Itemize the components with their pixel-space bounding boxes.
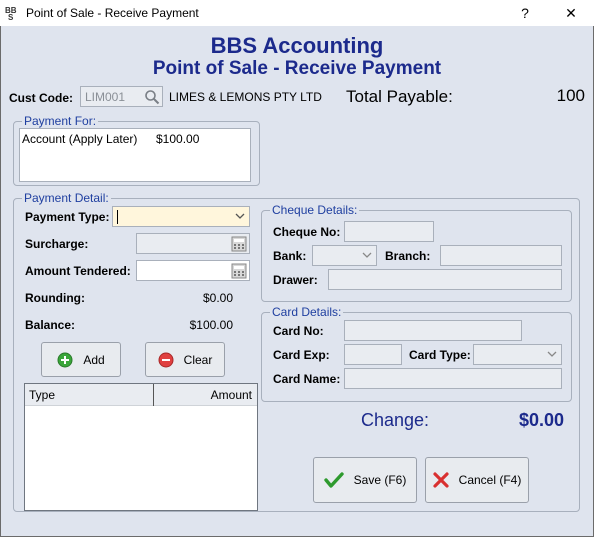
chevron-down-icon[interactable] bbox=[547, 349, 557, 359]
card-no-field[interactable] bbox=[344, 320, 522, 341]
amount-tendered-field[interactable] bbox=[136, 260, 250, 281]
column-header-type[interactable]: Type bbox=[29, 388, 55, 402]
dialog-body: BBS Accounting Point of Sale - Receive P… bbox=[0, 26, 594, 537]
add-icon bbox=[57, 352, 73, 367]
svg-text:S: S bbox=[8, 13, 14, 21]
rounding-value: $0.00 bbox=[202, 291, 233, 305]
drawer-label: Drawer: bbox=[273, 273, 318, 287]
list-item[interactable]: Account (Apply Later) $100.00 bbox=[22, 132, 248, 148]
chevron-down-icon[interactable] bbox=[235, 211, 245, 221]
cheque-no-field[interactable] bbox=[344, 221, 434, 242]
bank-label: Bank: bbox=[273, 249, 307, 263]
column-divider bbox=[153, 384, 154, 406]
cust-code-label: Cust Code: bbox=[9, 91, 73, 105]
close-button[interactable]: ✕ bbox=[548, 0, 594, 26]
cancel-x-icon bbox=[433, 472, 449, 488]
branch-field[interactable] bbox=[440, 245, 562, 266]
payment-detail-title: Payment Detail: bbox=[22, 191, 111, 205]
cheque-details-title: Cheque Details: bbox=[270, 203, 360, 217]
add-button-label: Add bbox=[83, 352, 105, 367]
search-icon[interactable] bbox=[144, 89, 160, 105]
save-button-label: Save (F6) bbox=[353, 473, 407, 487]
payment-for-amount: $100.00 bbox=[156, 132, 200, 146]
cust-code-field[interactable]: LIM001 bbox=[80, 86, 163, 107]
payment-type-select[interactable] bbox=[112, 206, 250, 227]
change-label: Change: bbox=[361, 410, 430, 430]
cancel-button[interactable]: Cancel (F4) bbox=[425, 457, 529, 503]
payment-for-list[interactable]: Account (Apply Later) $100.00 bbox=[19, 128, 251, 182]
payment-for-group: Payment For: Account (Apply Later) $100.… bbox=[13, 114, 260, 186]
checkmark-icon bbox=[323, 472, 344, 488]
balance-label: Balance: bbox=[25, 318, 76, 332]
card-type-label: Card Type: bbox=[409, 348, 471, 362]
grid-header: Type Amount bbox=[25, 384, 257, 406]
clear-button[interactable]: Clear bbox=[145, 342, 225, 377]
card-name-field[interactable] bbox=[344, 368, 562, 389]
help-button[interactable]: ? bbox=[502, 0, 548, 26]
calculator-icon[interactable] bbox=[231, 263, 247, 279]
payment-type-label: Payment Type: bbox=[25, 210, 110, 224]
cheque-no-label: Cheque No: bbox=[273, 225, 341, 239]
branch-label: Branch: bbox=[385, 249, 431, 263]
add-button[interactable]: Add bbox=[41, 342, 121, 377]
change-value: $0.00 bbox=[518, 410, 564, 430]
bank-select[interactable] bbox=[312, 245, 377, 266]
balance-value: $100.00 bbox=[189, 318, 233, 332]
text-caret bbox=[117, 210, 118, 224]
calculator-icon[interactable] bbox=[231, 236, 247, 252]
window-title: Point of Sale - Receive Payment bbox=[26, 6, 199, 20]
app-icon: BB S bbox=[5, 6, 17, 21]
total-payable-label: Total Payable: bbox=[346, 87, 453, 106]
company-title: BBS Accounting bbox=[210, 33, 384, 58]
rounding-label: Rounding: bbox=[25, 291, 85, 305]
payment-for-title: Payment For: bbox=[22, 114, 99, 128]
drawer-field[interactable] bbox=[328, 269, 562, 290]
total-payable-value: 100 bbox=[556, 86, 585, 105]
amount-tendered-label: Amount Tendered: bbox=[25, 264, 131, 278]
payment-grid[interactable]: Type Amount bbox=[24, 383, 258, 511]
cust-code-value: LIM001 bbox=[85, 90, 126, 104]
card-no-label: Card No: bbox=[273, 324, 324, 338]
card-exp-label: Card Exp: bbox=[273, 348, 330, 362]
title-bar: BB S Point of Sale - Receive Payment ? ✕ bbox=[0, 0, 594, 26]
card-exp-field[interactable] bbox=[344, 344, 402, 365]
payment-for-description: Account (Apply Later) bbox=[22, 132, 138, 146]
column-header-amount[interactable]: Amount bbox=[211, 388, 252, 402]
chevron-down-icon[interactable] bbox=[362, 250, 372, 260]
surcharge-label: Surcharge: bbox=[25, 237, 89, 251]
save-button[interactable]: Save (F6) bbox=[313, 457, 417, 503]
customer-name: LIMES & LEMONS PTY LTD bbox=[169, 90, 322, 104]
card-name-label: Card Name: bbox=[273, 372, 341, 386]
card-details-title: Card Details: bbox=[270, 305, 344, 319]
card-type-select[interactable] bbox=[473, 344, 562, 365]
cancel-button-label: Cancel (F4) bbox=[458, 473, 522, 487]
clear-icon bbox=[158, 352, 174, 367]
clear-button-label: Clear bbox=[183, 352, 213, 367]
surcharge-field[interactable] bbox=[136, 233, 250, 254]
page-title: Point of Sale - Receive Payment bbox=[152, 58, 442, 79]
